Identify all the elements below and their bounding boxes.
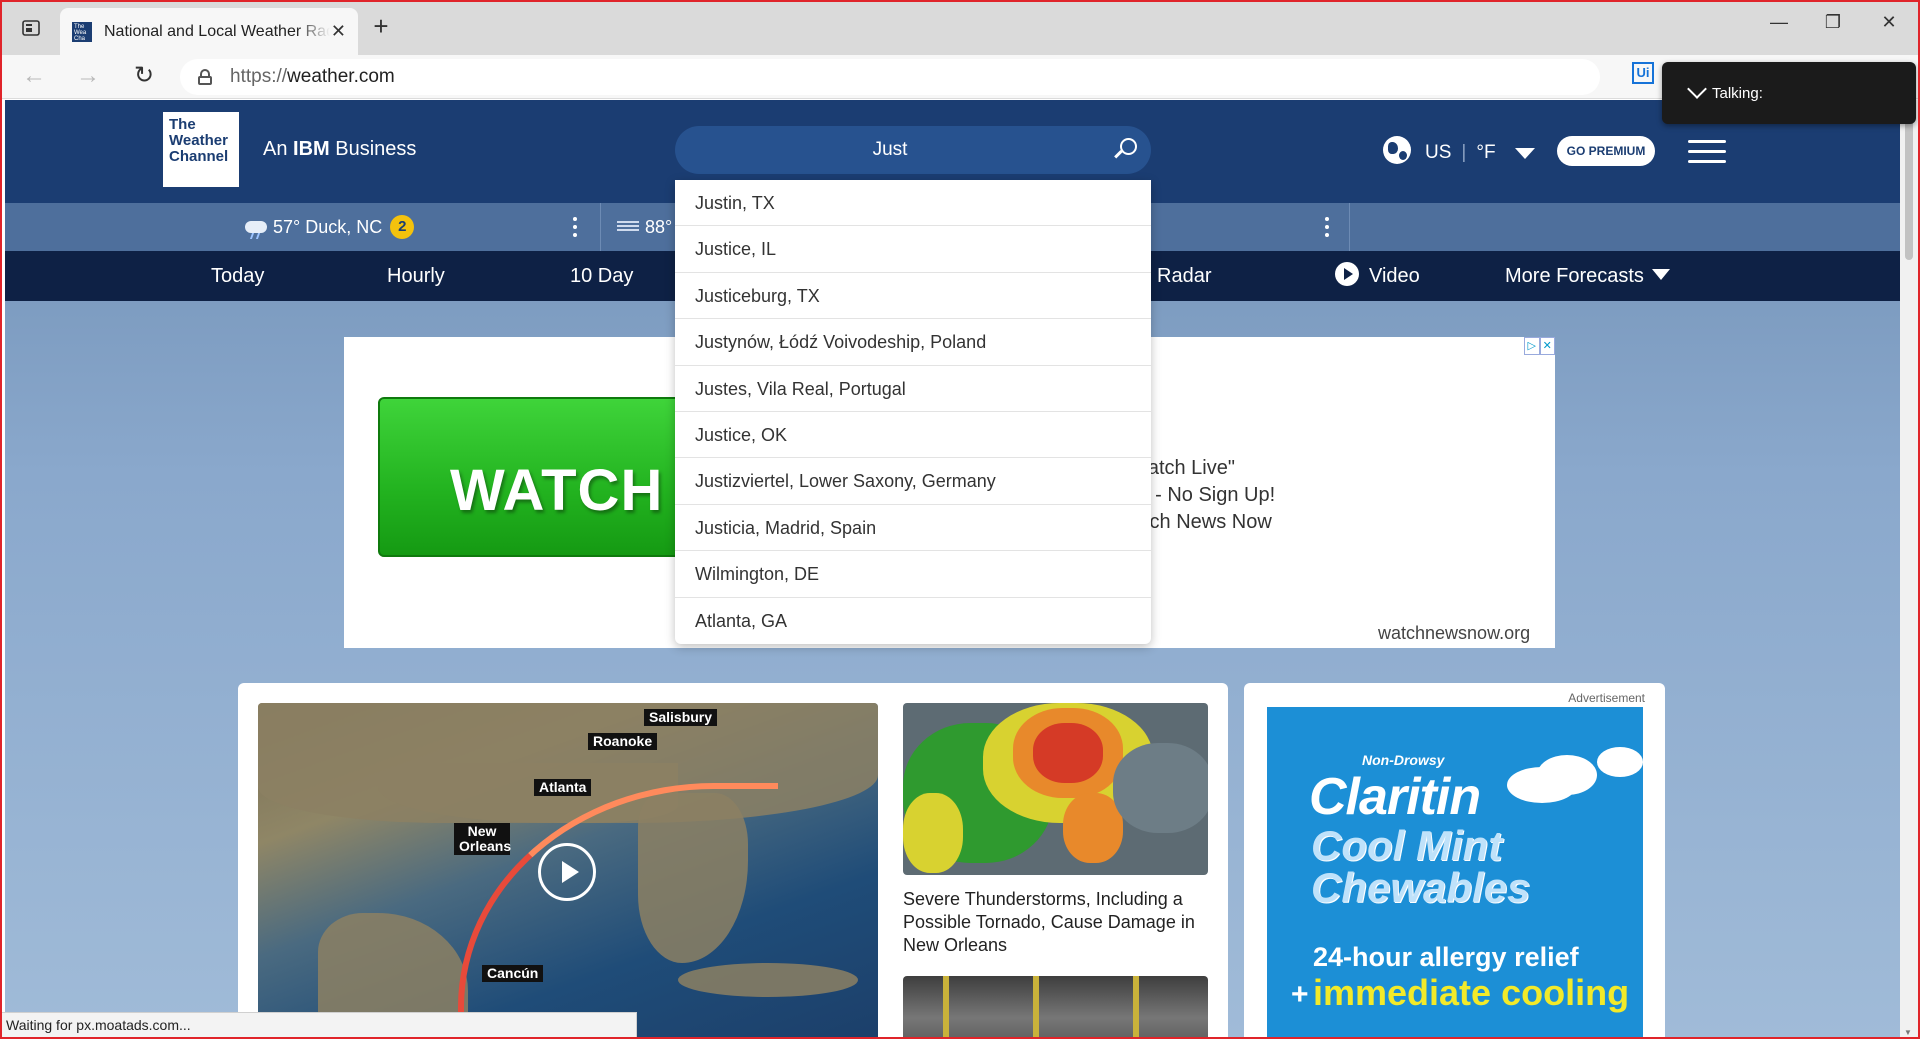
play-video-icon[interactable] (538, 843, 596, 901)
map-label-roanoke: Roanoke (588, 733, 658, 750)
search-value: Just (872, 139, 908, 160)
nav-hourly[interactable]: Hourly (387, 251, 445, 301)
ad-domain: watchnewsnow.org (1378, 623, 1531, 643)
scrollbar-thumb[interactable] (1905, 110, 1913, 260)
address-bar[interactable]: https://weather.com ☆ (180, 59, 1770, 95)
more-options-icon[interactable] (1325, 217, 1331, 237)
caret-down-icon[interactable] (1515, 148, 1535, 159)
suggestion-item[interactable]: Justynów, Łódź Voivodeship, Poland (675, 319, 1151, 366)
nav-more-forecasts[interactable]: More Forecasts (1505, 251, 1670, 301)
side-ad-card: Advertisement Non-Drowsy Claritin Cool M… (1244, 683, 1665, 1039)
story-thumbnail[interactable] (903, 976, 1208, 1039)
new-tab-button[interactable]: + (366, 12, 396, 42)
suggestion-item[interactable]: Justizviertel, Lower Saxony, Germany (675, 458, 1151, 505)
ad-copy: 'atch Live" ; - No Sign Up! tch News Now (1144, 457, 1276, 533)
ibm-tagline: An IBM Business (263, 138, 417, 160)
nav-10-day[interactable]: 10 Day (570, 251, 633, 301)
status-bar: Waiting for px.moatads.com... (0, 1012, 637, 1039)
restore-button[interactable]: ❐ (1818, 12, 1848, 33)
suggestion-item[interactable]: Justice, IL (675, 226, 1151, 273)
radar-storm-thumbnail[interactable] (903, 703, 1208, 875)
recent-location-2[interactable]: 88° (617, 203, 672, 251)
extension-ui-icon[interactable]: Ui (1632, 62, 1654, 84)
more-options-icon[interactable] (573, 217, 579, 237)
weather-channel-logo[interactable]: The Weather Channel (163, 112, 239, 187)
page-scrollbar[interactable]: ▲ ▼ (1900, 100, 1918, 1039)
tab-title: National and Local Weather Radar (104, 22, 330, 40)
map-label-atlanta: Atlanta (534, 779, 592, 796)
adchoices-icon[interactable]: ▷ ✕ (1524, 337, 1555, 355)
weather-channel-favicon-icon: The Wea Cha (72, 21, 92, 42)
tab-actions-icon[interactable] (14, 14, 48, 42)
rain-cloud-icon (245, 221, 267, 233)
lock-icon (198, 69, 212, 85)
alert-count-badge[interactable]: 2 (390, 215, 415, 239)
talking-indicator[interactable]: Talking: (1662, 62, 1916, 124)
map-label-new-orleans: New Orleans (454, 823, 511, 855)
go-premium-button[interactable]: GO PREMIUM (1557, 136, 1655, 166)
suggestion-item[interactable]: Atlanta, GA (675, 598, 1151, 644)
suggestion-item[interactable]: Justice, OK (675, 412, 1151, 459)
url-text: https://weather.com (230, 66, 395, 87)
claritin-ad[interactable]: Non-Drowsy Claritin Cool Mint Chewables 2… (1267, 707, 1643, 1039)
browser-tab[interactable]: The Wea Cha National and Local Weather R… (60, 8, 358, 55)
forward-arrow-icon[interactable]: → (72, 61, 104, 93)
talking-label: Talking: (1712, 84, 1763, 102)
story-headline-link[interactable]: Severe Thunderstorms, Including a Possib… (903, 888, 1208, 957)
play-icon (1335, 262, 1359, 286)
close-window-button[interactable]: ✕ (1874, 12, 1904, 33)
divider (600, 203, 601, 251)
hurricane-path-video-thumbnail[interactable]: Salisbury Roanoke Atlanta New Orleans Ca… (258, 703, 878, 1039)
back-arrow-icon[interactable]: ← (18, 61, 50, 93)
map-label-cancun: Cancún (482, 965, 544, 982)
nav-radar[interactable]: Radar (1157, 251, 1211, 301)
suggestion-item[interactable]: Justiceburg, TX (675, 273, 1151, 320)
refresh-icon[interactable]: ↻ (128, 61, 160, 93)
caret-down-icon (1651, 269, 1670, 280)
search-icon[interactable] (1114, 138, 1137, 160)
advertisement-label: Advertisement (1568, 691, 1645, 705)
search-suggestions-dropdown: Justin, TX Justice, IL Justiceburg, TX J… (675, 180, 1151, 644)
fog-icon (617, 221, 639, 233)
nav-video[interactable]: Video (1335, 251, 1420, 301)
suggestion-item[interactable]: Justin, TX (675, 180, 1151, 227)
nav-today[interactable]: Today (211, 251, 264, 301)
minimize-button[interactable]: — (1764, 12, 1794, 33)
weather-page: The Weather Channel An IBM Business Just… (5, 100, 1900, 1039)
map-label-salisbury: Salisbury (644, 709, 718, 726)
recent-location-duck-nc[interactable]: 57° Duck, NC 2 (245, 203, 415, 251)
suggestion-item[interactable]: Justes, Vila Real, Portugal (675, 366, 1151, 412)
globe-icon[interactable] (1383, 136, 1411, 164)
divider (1349, 203, 1350, 251)
hamburger-menu-icon[interactable] (1688, 140, 1726, 164)
suggestion-item[interactable]: Justicia, Madrid, Spain (675, 505, 1151, 552)
location-search-input[interactable]: Just (675, 126, 1151, 174)
featured-content-card: Salisbury Roanoke Atlanta New Orleans Ca… (238, 683, 1228, 1039)
tab-strip: The Wea Cha National and Local Weather R… (0, 0, 1920, 55)
chevron-down-icon (1687, 79, 1707, 99)
locale-unit-selector[interactable]: US | °F (1425, 142, 1496, 164)
suggestion-item[interactable]: Wilmington, DE (675, 551, 1151, 598)
tab-close-icon[interactable]: ✕ (331, 21, 346, 42)
